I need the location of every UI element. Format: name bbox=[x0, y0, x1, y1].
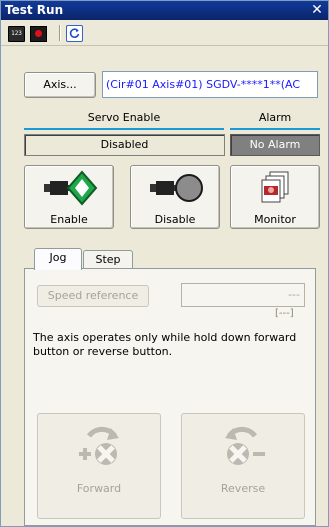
refresh-icon[interactable] bbox=[65, 24, 83, 42]
jog-tab-panel: Speed reference --- [---] The axis opera… bbox=[24, 268, 316, 526]
servo-enable-status: Disabled bbox=[24, 134, 225, 156]
axis-value: (Cir#01 Axis#01) SGDV-****1**(AC bbox=[106, 78, 301, 91]
servo-disable-icon bbox=[150, 174, 203, 202]
speed-reference-unit: [---] bbox=[275, 308, 294, 319]
toolbar: 123 bbox=[1, 21, 328, 46]
monitor-label: Monitor bbox=[254, 213, 296, 226]
reverse-jog-icon bbox=[225, 426, 265, 465]
disable-button[interactable]: Disable bbox=[130, 165, 220, 229]
servo-enable-underline bbox=[24, 128, 224, 130]
jog-instruction-text: The axis operates only while hold down f… bbox=[33, 331, 297, 358]
forward-button[interactable]: Forward bbox=[37, 413, 161, 519]
speed-reference-value: --- bbox=[288, 288, 300, 301]
record-stop-icon[interactable] bbox=[29, 24, 47, 42]
title-bar[interactable]: Test Run ✕ bbox=[1, 1, 328, 20]
monitor-icon bbox=[261, 171, 289, 203]
tab-step[interactable]: Step bbox=[83, 250, 133, 270]
alarm-label: Alarm bbox=[258, 111, 292, 124]
disable-label: Disable bbox=[154, 213, 196, 226]
window-title: Test Run bbox=[5, 3, 64, 17]
speed-reference-field: --- bbox=[181, 283, 305, 307]
alarm-status: No Alarm bbox=[230, 134, 320, 156]
enable-button[interactable]: Enable bbox=[24, 165, 114, 229]
toolbar-separator bbox=[59, 25, 61, 41]
alarm-underline bbox=[230, 128, 320, 130]
monitor-button[interactable]: Monitor bbox=[230, 165, 320, 229]
counter-icon-text: 123 bbox=[11, 30, 22, 37]
forward-jog-icon bbox=[79, 426, 119, 465]
reverse-label: Reverse bbox=[220, 482, 266, 495]
axis-display: (Cir#01 Axis#01) SGDV-****1**(AC bbox=[102, 71, 318, 98]
servo-enable-label: Servo Enable bbox=[87, 111, 161, 124]
forward-label: Forward bbox=[76, 482, 122, 495]
counter-123-icon[interactable]: 123 bbox=[7, 24, 25, 42]
servo-enable-icon bbox=[44, 170, 98, 206]
tab-jog[interactable]: Jog bbox=[34, 248, 82, 270]
counter-icon-body: 123 bbox=[8, 26, 25, 42]
reverse-button[interactable]: Reverse bbox=[181, 413, 305, 519]
enable-label: Enable bbox=[50, 213, 88, 226]
axis-button[interactable]: Axis... bbox=[24, 72, 96, 98]
test-run-window: Test Run ✕ 123 Axis... (Cir#01 Axis#01) … bbox=[0, 0, 329, 527]
close-icon[interactable]: ✕ bbox=[310, 1, 324, 19]
speed-reference-button[interactable]: Speed reference bbox=[37, 285, 149, 307]
